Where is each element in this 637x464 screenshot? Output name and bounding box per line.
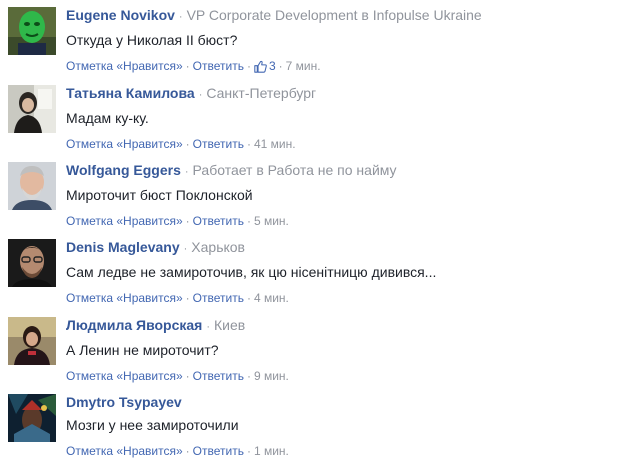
author-meta: Работает в Работа не по найму	[192, 162, 397, 178]
comment-text: Мироточит бюст Поклонской	[66, 187, 253, 203]
reply-link[interactable]: Ответить	[193, 59, 244, 73]
author-name[interactable]: Wolfgang Eggers	[66, 162, 181, 178]
comment-item: Людмила Яворская · Киев А Ленин не мироточ…	[0, 310, 637, 386]
separator-dot: ·	[184, 166, 189, 178]
comment-text: Мадам ку-ку.	[66, 110, 149, 126]
avatar[interactable]	[8, 162, 56, 210]
like-count-value: 3	[268, 59, 276, 73]
reply-link[interactable]: Ответить	[193, 214, 244, 228]
author-name[interactable]: Dmytro Tsypayev	[66, 394, 182, 410]
comment-item: Eugene Novikov · VP Corporate Development …	[0, 0, 637, 76]
like-link[interactable]: Отметка «Нравится»	[66, 369, 183, 383]
comment-item: Denis Maglevany · Харьков Сам ледве не зам…	[0, 232, 637, 308]
comment-text: Сам ледве не замироточив, як цю нісенітн…	[66, 264, 437, 280]
separator-dot: ·	[183, 243, 188, 255]
comment-text: А Ленин не мироточит?	[66, 342, 219, 358]
avatar[interactable]	[8, 85, 56, 133]
comment-item: Dmytro Tsypayev Мозги у нее замироточили…	[0, 387, 637, 463]
avatar[interactable]	[8, 7, 56, 55]
like-count[interactable]: 3	[254, 59, 276, 73]
reply-link[interactable]: Ответить	[193, 291, 244, 305]
like-link[interactable]: Отметка «Нравится»	[66, 59, 183, 73]
reply-link[interactable]: Ответить	[193, 369, 244, 383]
comment-text: Мозги у нее замироточили	[66, 417, 239, 433]
author-name[interactable]: Eugene Novikov	[66, 7, 175, 23]
comment-text: Откуда у Николая II бюст?	[66, 32, 238, 48]
author-meta: Киев	[214, 317, 246, 333]
avatar[interactable]	[8, 394, 56, 442]
timestamp[interactable]: 41 мин.	[254, 137, 296, 151]
like-link[interactable]: Отметка «Нравится»	[66, 444, 183, 458]
author-meta: Харьков	[191, 239, 245, 255]
avatar[interactable]	[8, 239, 56, 287]
thumbs-up-icon	[254, 60, 267, 73]
timestamp[interactable]: 9 мин.	[254, 369, 289, 383]
author-name[interactable]: Людмила Яворская	[66, 317, 202, 333]
timestamp[interactable]: 7 мин.	[286, 59, 321, 73]
author-meta: Санкт-Петербург	[206, 85, 317, 101]
avatar[interactable]	[8, 317, 56, 365]
like-link[interactable]: Отметка «Нравится»	[66, 137, 183, 151]
separator-dot: ·	[206, 321, 211, 333]
author-meta: VP Corporate Development в Infopulse Ukr…	[186, 7, 482, 23]
like-link[interactable]: Отметка «Нравится»	[66, 214, 183, 228]
reply-link[interactable]: Ответить	[193, 137, 244, 151]
timestamp[interactable]: 4 мин.	[254, 291, 289, 305]
comment-item: Wolfgang Eggers · Работает в Работа не по …	[0, 155, 637, 231]
timestamp[interactable]: 5 мин.	[254, 214, 289, 228]
separator-dot: ·	[198, 89, 203, 101]
reply-link[interactable]: Ответить	[193, 444, 244, 458]
like-link[interactable]: Отметка «Нравится»	[66, 291, 183, 305]
author-name[interactable]: Татьяна Камилова	[66, 85, 195, 101]
author-name[interactable]: Denis Maglevany	[66, 239, 180, 255]
comment-item: Татьяна Камилова · Санкт-Петербург Мадам к…	[0, 78, 637, 154]
timestamp[interactable]: 1 мин.	[254, 444, 289, 458]
separator-dot: ·	[178, 11, 183, 23]
